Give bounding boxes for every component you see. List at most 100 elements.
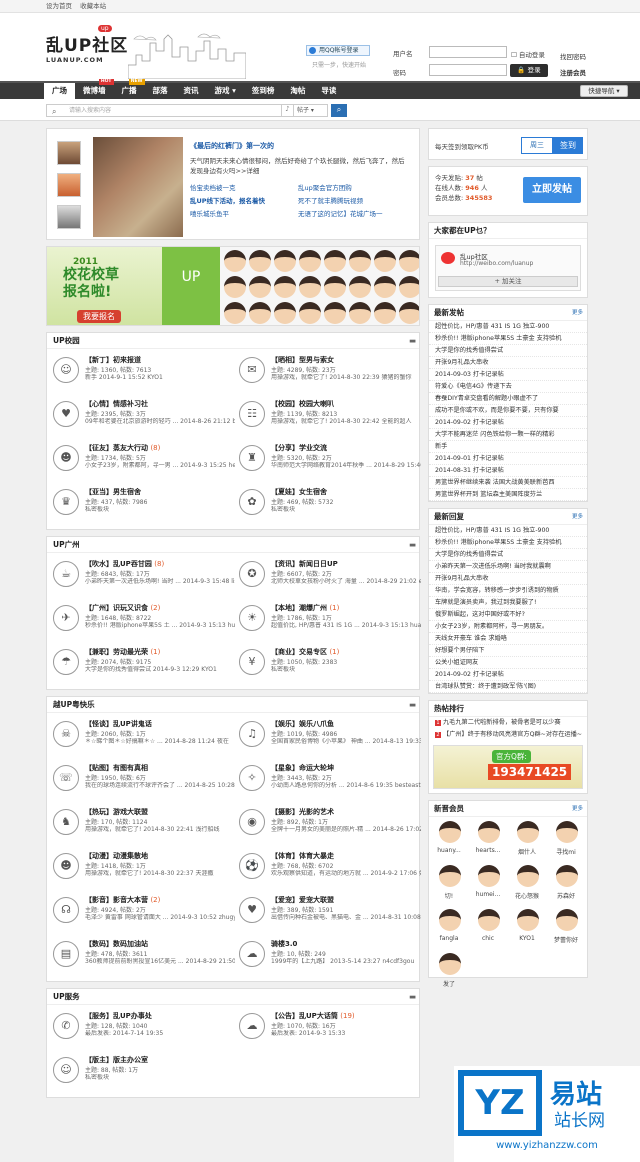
auto-login-checkbox[interactable]: ☐ 自动登录 — [511, 49, 545, 59]
forum-icon[interactable]: ⚽ — [239, 853, 265, 879]
forum-item[interactable]: ☁ 骑楼3.0 主题: 10, 帖数: 249 1999年的【上九路】 2013-5-… — [235, 937, 419, 975]
avatar[interactable] — [517, 909, 539, 931]
forum-item[interactable]: ✉ 【晒相】型男与索女 主题: 4289, 帖数: 23万 用操游戏，就牵它了! 20… — [235, 353, 419, 391]
member-name[interactable]: huany... — [431, 847, 467, 854]
nav-item-taotie[interactable]: 淘帖 — [282, 83, 313, 99]
forum-icon[interactable]: ♫ — [239, 721, 265, 747]
forum-name[interactable]: 【娱乐】娱乐八爪鱼 — [271, 719, 334, 729]
member-name[interactable]: 花心怒猴 — [509, 891, 545, 900]
forum-name[interactable]: 【校园】校园大喇叭 — [271, 399, 334, 409]
forum-item[interactable]: ✈ 【广州】识玩又识食 (2) 主题: 1648, 帖数: 8722 秒杀价!! 港版… — [49, 601, 235, 639]
list-item[interactable]: 小女子23岁，附素都阿杯，寻一男朋友。 — [429, 621, 587, 633]
forum-last-post[interactable]: 欢乐观察供知道，有运动的地方就 ... 2014-9-2 17:06 如果妈阿 — [271, 870, 421, 878]
signin-button[interactable]: 签到 — [553, 137, 583, 154]
list-item[interactable]: 2014-09-01 打卡记录帖 — [429, 453, 587, 465]
new-post-button[interactable]: 立即发帖 — [523, 177, 581, 203]
member-name[interactable]: chic — [470, 935, 506, 942]
thumbnail[interactable] — [57, 141, 81, 165]
forum-icon[interactable]: ✆ — [53, 1013, 79, 1039]
featured-link[interactable]: 乱UP线下活动，报名着快 — [190, 195, 298, 208]
featured-image[interactable] — [93, 137, 183, 237]
forum-last-post[interactable]: 全牌十一月男女的美丽是的照片-精 ... 2014-8-26 17:02 kya… — [271, 826, 421, 834]
forum-icon[interactable]: ☠ — [53, 721, 79, 747]
collapse-icon[interactable]: ▬ — [409, 989, 416, 1005]
forum-name[interactable]: 【晒相】型男与索女 — [271, 355, 334, 365]
member-name[interactable]: hearts... — [470, 847, 506, 854]
forum-item[interactable]: ♜ 【分享】学业交流 主题: 5320, 帖数: 2万 华南师范大学网络教育2014年… — [235, 441, 421, 479]
member-name[interactable]: humei... — [470, 891, 506, 898]
password-input[interactable] — [429, 64, 507, 76]
forum-name[interactable]: 【征友】蒸友大行动 (8) — [85, 443, 160, 453]
campus-banner[interactable]: 2011 校花校草 报名啦! 我要报名 UP — [46, 246, 420, 326]
avatar[interactable] — [556, 865, 578, 887]
forum-last-post[interactable]: 秒杀价!! 港版iphone苹果5S 土 ... 2014-9-3 15:13 … — [85, 622, 235, 630]
member-item[interactable]: hearts... — [470, 819, 506, 861]
forum-item[interactable]: ☂ 【兼职】劳动最光荣 (1) 主题: 2074, 帖数: 9175 大学是你的找秀值… — [49, 645, 233, 683]
avatar[interactable] — [439, 953, 461, 975]
forum-icon[interactable]: ☻ — [53, 853, 79, 879]
list-item[interactable]: 秒杀价!! 港版iphone苹果5S 土豪金 支持验机 — [429, 333, 587, 345]
list-item[interactable]: 男篮世界杯开到 篮坛森主美国阵度芬兰 — [429, 489, 587, 501]
forum-icon[interactable]: ☁ — [239, 1013, 265, 1039]
forum-name[interactable]: 【分享】学业交流 — [271, 443, 327, 453]
bookmark-link[interactable]: 收藏本站 — [80, 2, 106, 10]
member-name[interactable]: 梦蕾你好 — [548, 935, 584, 944]
avatar[interactable] — [478, 865, 500, 887]
forum-icon[interactable]: ♞ — [53, 809, 79, 835]
forum-name[interactable]: 【贴图】有图有真相 — [85, 763, 148, 773]
forum-last-post[interactable]: ＊☆睇个图＊☆好搞嘛＊☆ ... 2014-8-28 11:24 夜在 — [85, 738, 235, 746]
list-item[interactable]: 超性价比，HP/惠普 431 IS 1G 独立-900 — [429, 525, 587, 537]
list-item[interactable]: 公关小姐证网友 — [429, 657, 587, 669]
forum-item[interactable]: ✪ 【资讯】新闻日日UP 主题: 6607, 帖数: 2万 北师大校車女孩粉小时火了 … — [235, 557, 421, 595]
forum-name[interactable]: 【动漫】动漫集散地 — [85, 851, 148, 861]
forum-last-post[interactable]: 新手 2014-9-1 15:52 KYO1 — [85, 374, 235, 382]
list-item[interactable]: 秒杀价!! 港版iphone苹果5S 土豪金 支持验机 — [429, 537, 587, 549]
thumbnail[interactable] — [57, 173, 81, 197]
avatar[interactable] — [478, 821, 500, 843]
forum-item[interactable]: ☠ 【怪谈】乱UP讲鬼话 主题: 2060, 帖数: 1万 ＊☆睇个图＊☆好搞嘛＊☆ … — [49, 717, 233, 755]
forum-item[interactable]: ☏ 【贴图】有图有真相 主题: 1950, 帖数: 6万 我在的球场连续流行不球评齐会… — [49, 761, 235, 799]
forum-icon[interactable]: ♛ — [53, 489, 79, 515]
member-item[interactable]: chic — [470, 907, 506, 949]
forum-last-post[interactable]: 小女子23岁，附素都阿，寻一男 ... 2014-9-3 15:25 heart… — [85, 462, 235, 470]
forum-name[interactable]: 【兼职】劳动最光荣 (1) — [85, 647, 160, 657]
forum-item[interactable]: ▤ 【数码】数码加油站 主题: 478, 帖数: 3611 360教师提前前盼黑投宣1… — [49, 937, 235, 975]
thumbnail[interactable] — [57, 205, 81, 229]
forum-icon[interactable]: ✧ — [239, 765, 265, 791]
forum-item[interactable]: ♞ 【热玩】游戏大联盟 主题: 170, 帖数: 1124 用操游戏，就牵它了! 20… — [49, 805, 233, 843]
member-item[interactable]: 发了 — [431, 951, 467, 993]
forum-item[interactable]: ¥ 【商业】交易专区 (1) 主题: 1050, 帖数: 2383 私密板块 — [235, 645, 419, 683]
forum-item[interactable]: ◉ 【摄影】光影的艺术 主题: 892, 帖数: 1万 全牌十一月男女的美丽是的照片-… — [235, 805, 421, 843]
hot-item[interactable]: 2 【广州】终于有移动风亮港官方Q群~对存在运播~ — [429, 729, 587, 741]
username-input[interactable] — [429, 46, 507, 58]
nav-item-guide[interactable]: 导读 — [313, 83, 344, 99]
forum-last-post[interactable]: 华南师范大学网络教育2014年秋季 ... 2014-8-29 15:40 ◇ … — [271, 462, 421, 470]
list-item[interactable]: 华南，学会宽容，转移感一步步引诱到的物质 — [429, 585, 587, 597]
member-item[interactable]: 花心怒猴 — [509, 863, 545, 905]
find-password-link[interactable]: 找回密码 — [560, 49, 586, 65]
member-name[interactable]: KYO1 — [509, 935, 545, 942]
forum-item[interactable]: ☺ 【版主】版主办公室 主题: 88, 帖数: 1万 私密板块 — [49, 1053, 233, 1091]
forum-name[interactable]: 【怪谈】乱UP讲鬼话 — [85, 719, 152, 729]
forum-item[interactable]: ☕ 【吹水】乱UP吞甘园 (8) 主题: 6843, 帖数: 17万 小弟昨天第一次进… — [49, 557, 235, 595]
list-item[interactable]: 小弟昨天第一次进低乐场啊! 当时我就震啊 — [429, 561, 587, 573]
forum-last-post[interactable]: 私密板块 — [85, 506, 235, 514]
avatar[interactable] — [478, 909, 500, 931]
member-name[interactable]: 苏森好 — [548, 891, 584, 900]
list-item[interactable]: 符爱心《电信4G》传递下去 — [429, 381, 587, 393]
more-link[interactable]: 更多 — [572, 801, 583, 817]
forum-last-post[interactable]: 大学是你的找秀值得尝试 2014-9-3 12:29 KYO1 — [85, 666, 235, 674]
forum-icon[interactable]: ☁ — [239, 941, 265, 967]
forum-last-post[interactable]: 360教师提前前盼黑投宣16亿美元 ... 2014-8-29 21:50 DS… — [85, 958, 235, 966]
forum-item[interactable]: ☻ 【动漫】动漫集散地 主题: 1418, 帖数: 1万 用操游戏，就牵它了! 201… — [49, 849, 233, 887]
forum-last-post[interactable]: 北师大校車女孩粉小时火了 海量 ... 2014-8-29 21:02 evan… — [271, 578, 421, 586]
forum-name[interactable]: 【心情】情感补习社 — [85, 399, 148, 409]
forum-item[interactable]: ♥ 【爱宠】爱宠大联盟 主题: 389, 帖数: 1591 出借传向种石金被电、黑猫电… — [235, 893, 421, 931]
member-name[interactable]: 发了 — [431, 979, 467, 988]
forum-item[interactable]: ☺ 【新丁】初来报道 主题: 1360, 帖数: 7613 新手 2014-9-1 1… — [49, 353, 233, 391]
list-item[interactable]: 2014-08-31 打卡记录帖 — [429, 465, 587, 477]
list-item[interactable]: 超性价比，HP/惠普 431 IS 1G 独立-900 — [429, 321, 587, 333]
forum-last-post[interactable]: 出借传向种石金被电、黑猫电、金 ... 2014-8-31 10:08 hy20… — [271, 914, 421, 922]
forum-name[interactable]: 【热玩】游戏大联盟 — [85, 807, 148, 817]
forum-item[interactable]: ☻ 【征友】蒸友大行动 (8) 主题: 1734, 帖数: 5万 小女子23岁，附素都… — [49, 441, 235, 479]
